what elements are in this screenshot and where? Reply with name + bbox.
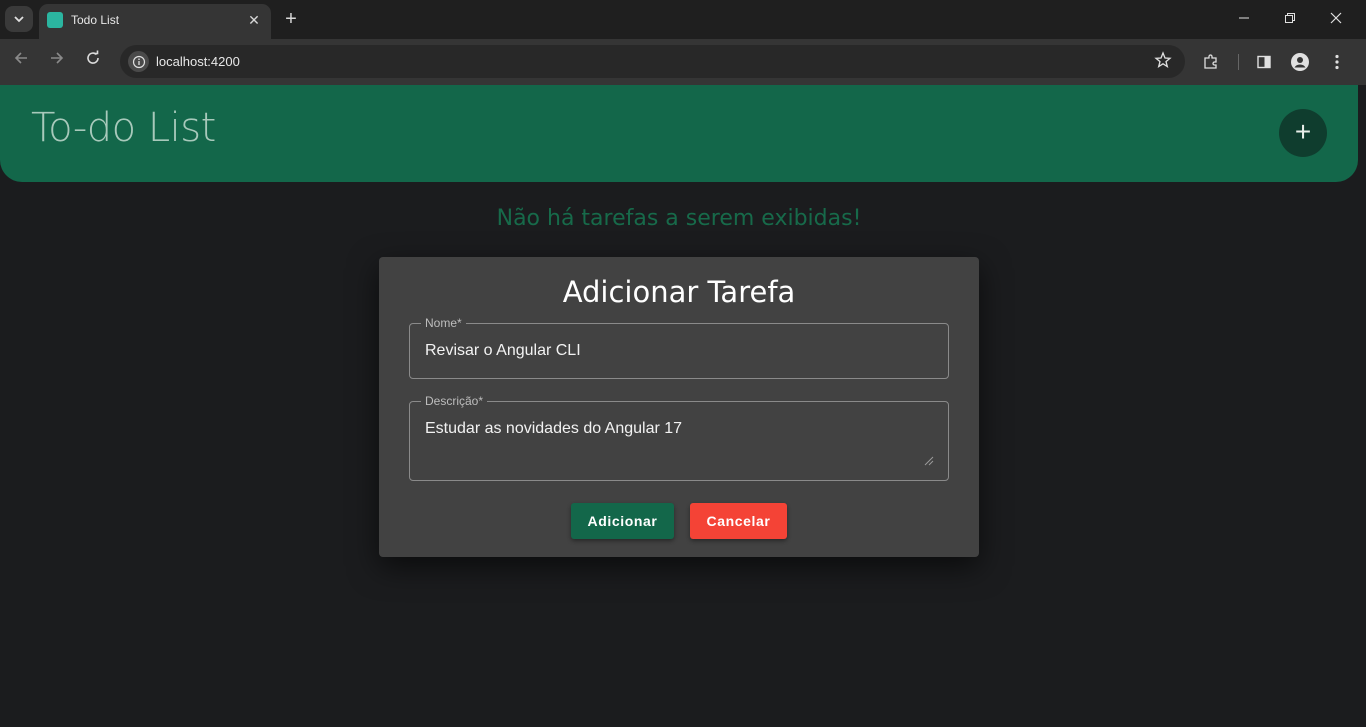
name-field-value[interactable]: Revisar o Angular CLI <box>425 342 581 360</box>
browser-toolbar: localhost:4200 <box>0 39 1366 85</box>
dialog-title: Adicionar Tarefa <box>562 275 796 309</box>
add-task-dialog: Adicionar Tarefa Nome* Revisar o Angular… <box>379 257 979 557</box>
resize-handle-icon[interactable] <box>924 456 934 466</box>
tab-search-button[interactable] <box>5 6 33 32</box>
close-window-icon[interactable] <box>1324 8 1348 30</box>
kebab-menu-icon[interactable] <box>1326 51 1348 73</box>
minimize-icon[interactable] <box>1232 8 1256 30</box>
description-field[interactable]: Descrição* Estudar as novidades do Angul… <box>409 394 949 481</box>
browser-tab-bar: Todo List ✕ + <box>0 0 1366 39</box>
new-tab-button[interactable]: + <box>280 8 302 30</box>
close-tab-icon[interactable]: ✕ <box>245 11 263 29</box>
cancel-button[interactable]: Cancelar <box>690 503 787 539</box>
description-field-label: Descrição* <box>421 394 488 408</box>
name-field-label: Nome* <box>421 316 466 330</box>
browser-tab[interactable]: Todo List ✕ <box>39 4 271 39</box>
url-text: localhost:4200 <box>156 54 240 69</box>
description-field-value[interactable]: Estudar as novidades do Angular 17 <box>425 420 682 438</box>
reload-icon[interactable] <box>81 50 105 74</box>
extensions-puzzle-icon[interactable] <box>1200 51 1222 73</box>
toolbar-divider <box>1238 54 1239 70</box>
site-info-icon[interactable] <box>128 51 149 72</box>
app-title: To-do List <box>31 105 216 151</box>
profile-avatar-icon[interactable] <box>1289 51 1311 73</box>
todo-favicon-icon <box>47 12 63 28</box>
forward-arrow-icon[interactable] <box>45 50 69 74</box>
address-bar[interactable]: localhost:4200 <box>120 45 1185 78</box>
name-field[interactable]: Nome* Revisar o Angular CLI <box>409 316 949 379</box>
side-panel-icon[interactable] <box>1253 51 1275 73</box>
app-header: To-do List + <box>0 85 1358 182</box>
add-task-button[interactable]: + <box>1279 109 1327 157</box>
tab-title: Todo List <box>71 13 120 27</box>
add-button[interactable]: Adicionar <box>571 503 674 539</box>
chevron-down-icon <box>14 16 24 23</box>
bookmark-star-icon[interactable] <box>1153 51 1173 71</box>
restore-icon[interactable] <box>1278 8 1302 30</box>
plus-icon: + <box>1294 116 1312 147</box>
empty-state-message: Não há tarefas a serem exibidas! <box>496 206 862 231</box>
back-arrow-icon[interactable] <box>9 50 33 74</box>
